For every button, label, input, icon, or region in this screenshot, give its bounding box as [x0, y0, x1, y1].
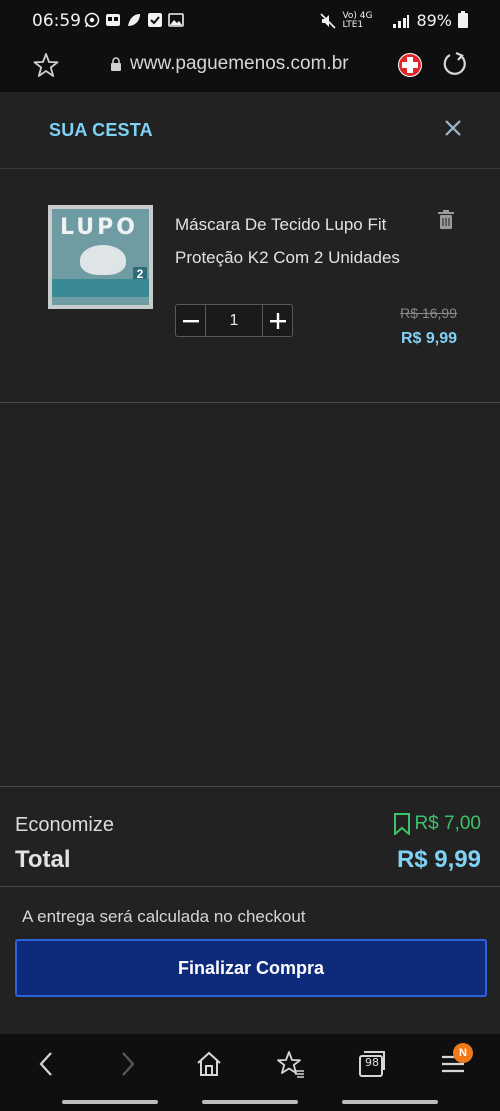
network-label: Vo) 4G LTE1 [342, 10, 373, 30]
image-notification-icon [168, 13, 184, 27]
total-label: Total [15, 846, 71, 873]
delivery-note: A entrega será calculada no checkout [22, 907, 306, 926]
checkout-area: A entrega será calculada no checkout Fin… [0, 886, 500, 1034]
savings-label: Economize [15, 814, 114, 836]
decrease-quantity-button[interactable] [175, 304, 206, 337]
cart-title: SUA CESTA [49, 120, 153, 140]
gesture-bar-right [342, 1100, 438, 1104]
leaf-app-icon [128, 14, 140, 26]
bookmark-star-icon[interactable] [33, 52, 59, 78]
menu-badge: N [453, 1043, 473, 1063]
sale-price: R$ 9,99 [400, 330, 457, 347]
product-name[interactable]: Máscara De Tecido Lupo Fit Proteção K2 C… [175, 208, 415, 274]
mute-icon [320, 12, 337, 29]
status-bar: 06:59 Vo) 4G LTE1 89% [0, 0, 500, 40]
status-time: 06:59 [32, 11, 81, 31]
gesture-bar-left [62, 1100, 158, 1104]
order-summary: Economize R$ 7,00 Total R$ 9,99 [0, 786, 500, 886]
pharmacy-cross-icon[interactable] [397, 52, 423, 78]
cart-item: LUPO 2 Máscara De Tecido Lupo Fit Proteç… [0, 170, 500, 403]
close-icon[interactable] [442, 117, 464, 139]
package-band [52, 279, 149, 297]
url-text: www.paguemenos.com.br [130, 53, 349, 74]
product-package: LUPO 2 [52, 209, 149, 305]
product-image[interactable]: LUPO 2 [48, 205, 153, 309]
notification-icons [84, 12, 184, 28]
bookmarks-icon[interactable] [276, 1049, 306, 1079]
minus-icon [183, 320, 199, 323]
total-value: R$ 9,99 [396, 846, 481, 873]
battery-icon [458, 11, 468, 28]
quantity-stepper: 1 [175, 304, 293, 337]
trash-icon[interactable] [437, 210, 455, 230]
savings-value-wrap: R$ 7,00 [393, 813, 481, 835]
home-icon[interactable] [194, 1049, 224, 1079]
gallery-notification-icon [106, 14, 120, 26]
signal-icon [393, 14, 410, 28]
battery-percent: 89% [416, 11, 452, 30]
back-icon[interactable] [32, 1049, 62, 1079]
tabs-count: 98 [365, 1056, 379, 1069]
browser-url-bar: www.paguemenos.com.br [0, 40, 500, 92]
product-image-brand: LUPO [60, 215, 138, 240]
original-price: R$ 16,99 [400, 305, 457, 321]
gesture-bar-center [202, 1100, 298, 1104]
forward-icon[interactable] [112, 1049, 142, 1079]
plus-icon [270, 313, 286, 329]
quantity-value[interactable]: 1 [206, 304, 262, 337]
finalize-purchase-button[interactable]: Finalizar Compra [15, 939, 487, 997]
browser-bottom-nav: 98 N [0, 1034, 500, 1111]
cart-header: SUA CESTA [0, 92, 500, 169]
address-field[interactable]: www.paguemenos.com.br [110, 53, 370, 75]
whatsapp-icon [84, 12, 100, 28]
mask-illustration [80, 245, 126, 275]
savings-value: R$ 7,00 [414, 813, 481, 834]
system-icons: Vo) 4G LTE1 89% [320, 11, 468, 30]
increase-quantity-button[interactable] [262, 304, 293, 337]
checkbox-notification-icon [148, 13, 162, 27]
reload-icon[interactable] [441, 51, 468, 78]
bookmark-icon [394, 813, 411, 835]
lock-icon [111, 57, 121, 71]
